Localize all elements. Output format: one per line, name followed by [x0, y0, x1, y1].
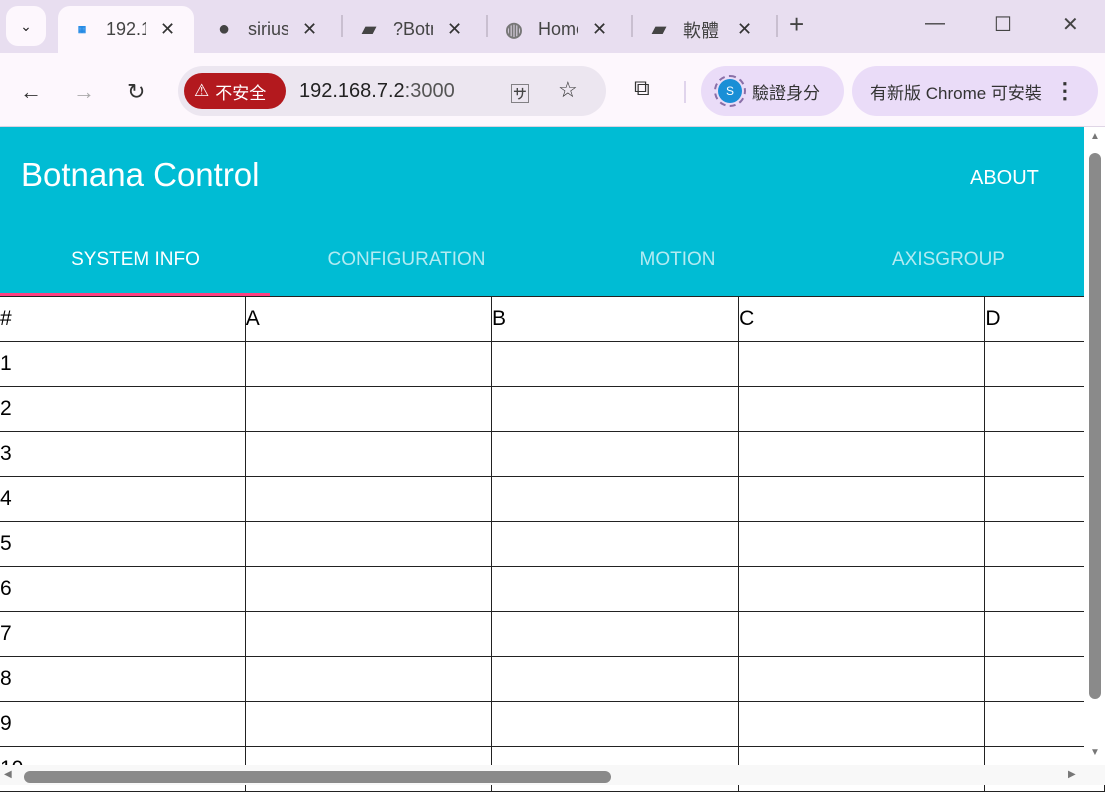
header-cell: C [738, 296, 986, 342]
tab-search-button[interactable]: ⌄ [6, 6, 46, 46]
table-cell [490, 701, 740, 747]
close-tab-icon[interactable]: ✕ [302, 19, 317, 40]
address-bar[interactable]: ⚠ 不安全 192.168.7.2:3000 🈂 ☆ [178, 66, 606, 116]
row-number: 6 [0, 566, 246, 612]
url-text[interactable]: 192.168.7.2:3000 [299, 80, 455, 103]
app-bar: Botnana Control ABOUT [0, 127, 1084, 223]
app-tabs: SYSTEM INFO CONFIGURATION MOTION AXISGRO… [0, 223, 1084, 296]
table-cell [490, 566, 740, 612]
vertical-scrollbar[interactable]: ▲ ▼ [1084, 127, 1105, 765]
table-row: 2 [0, 386, 1105, 432]
browser-tab-5[interactable]: ▰ 軟體 ✕ [635, 6, 752, 53]
markdown-icon: ▰ [652, 19, 666, 39]
mapacode-icon: ▦ [77, 24, 87, 34]
warning-icon: ⚠ [194, 81, 210, 100]
close-tab-icon[interactable]: ✕ [737, 19, 752, 40]
browser-tab-1[interactable]: ▦ 192.168.7.2:3000✕ [58, 6, 194, 53]
horizontal-scrollbar[interactable]: ◀ ▶ [0, 765, 1105, 785]
table-cell [490, 341, 740, 387]
extensions-icon[interactable]: ⧉ [634, 75, 650, 101]
app-title: Botnana Control [21, 156, 260, 193]
system-info-table: # A B C D 12345678910 [0, 296, 1105, 792]
table-cell [244, 566, 492, 612]
markdown-icon: ▰ [362, 19, 376, 39]
security-chip[interactable]: ⚠ 不安全 [184, 73, 286, 109]
table-row: 3 [0, 431, 1105, 477]
browser-toolbar: ← → ↻ ⚠ 不安全 192.168.7.2:3000 🈂 ☆ ⧉ S 驗證身分… [0, 53, 1105, 127]
table-cell [244, 341, 492, 387]
back-button[interactable]: ← [20, 79, 42, 105]
row-number: 7 [0, 611, 246, 657]
chevron-down-icon: ⌄ [20, 17, 32, 34]
row-number: 9 [0, 701, 246, 747]
row-number: 8 [0, 656, 246, 702]
table-cell [244, 476, 492, 522]
reload-button[interactable]: ↻ [127, 79, 145, 105]
forward-button[interactable]: → [73, 79, 95, 105]
table-row: 5 [0, 521, 1105, 567]
table-cell [738, 341, 986, 387]
table-cell [244, 611, 492, 657]
browser-tab-4[interactable]: ◍Home✕ [490, 6, 607, 53]
close-window-button[interactable]: ✕ [1062, 12, 1079, 37]
table-cell [244, 701, 492, 747]
table-cell [490, 386, 740, 432]
tab-motion[interactable]: MOTION [542, 223, 813, 296]
table-cell [738, 701, 986, 747]
table-row: 4 [0, 476, 1105, 522]
maximize-button[interactable]: ☐ [994, 12, 1012, 37]
table-row: 6 [0, 566, 1105, 612]
table-row: 1 [0, 341, 1105, 387]
row-number: 4 [0, 476, 246, 522]
table-cell [244, 431, 492, 477]
browser-tab-2[interactable]: ● sirius ✕ [200, 6, 317, 53]
table-cell [738, 431, 986, 477]
table-cell [738, 566, 986, 612]
table-cell [490, 656, 740, 702]
tab-system-info[interactable]: SYSTEM INFO [0, 223, 271, 296]
close-tab-icon[interactable]: ✕ [592, 19, 607, 40]
browser-tab-strip: ⌄ ▦ 192.168.7.2:3000✕ ●sirius✕ ▰?Botnana… [0, 0, 1105, 53]
table-cell [738, 611, 986, 657]
header-cell: B [490, 296, 740, 342]
avatar: S [714, 75, 746, 107]
table-row: 7 [0, 611, 1105, 657]
new-tab-button[interactable]: + [789, 9, 804, 40]
table-cell [738, 386, 986, 432]
table-cell [738, 656, 986, 702]
tab-configuration[interactable]: CONFIGURATION [271, 223, 542, 296]
table-row: 8 [0, 656, 1105, 702]
row-number: 3 [0, 431, 246, 477]
table-cell [738, 521, 986, 567]
translate-icon[interactable]: 🈂 [510, 78, 530, 107]
table-row: 9 [0, 701, 1105, 747]
table-cell [490, 521, 740, 567]
globe-icon: ◍ [505, 19, 523, 41]
table-cell [244, 521, 492, 567]
table-cell [738, 476, 986, 522]
header-cell: # [0, 296, 246, 342]
table-cell [244, 386, 492, 432]
browser-tab-3[interactable]: ▰?Botnana✕ [345, 6, 462, 53]
table-cell [490, 476, 740, 522]
table-cell [244, 656, 492, 702]
close-tab-icon[interactable]: ✕ [447, 19, 462, 40]
row-number: 2 [0, 386, 246, 432]
more-menu-icon[interactable]: ⋮ [1054, 78, 1076, 104]
profile-button[interactable]: S 驗證身分 [701, 66, 844, 116]
minimize-button[interactable]: — [925, 12, 945, 35]
header-cell: A [244, 296, 492, 342]
row-number: 1 [0, 341, 246, 387]
close-tab-icon[interactable]: ✕ [160, 19, 175, 40]
github-icon: ● [217, 18, 231, 40]
bookmark-star-icon[interactable]: ☆ [558, 77, 578, 103]
table-cell [490, 611, 740, 657]
row-number: 5 [0, 521, 246, 567]
update-chrome-button[interactable]: 有新版 Chrome 可安裝 ⋮ [852, 66, 1098, 116]
table-header-row: # A B C D [0, 296, 1105, 342]
tab-axisgroup[interactable]: AXISGROUP [813, 223, 1084, 296]
about-button[interactable]: ABOUT [970, 167, 1039, 190]
table-cell [490, 431, 740, 477]
